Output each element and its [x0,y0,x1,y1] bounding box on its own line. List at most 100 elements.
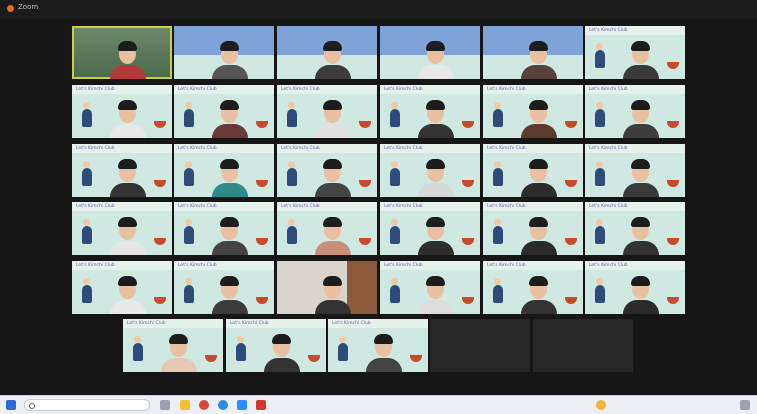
background-figure-head [596,161,603,168]
participant-video-tile[interactable]: Let's Kimchi Club [585,144,685,197]
background-figure [287,226,297,244]
virtual-background-banner: Let's Kimchi Club [483,144,583,153]
background-figure [390,226,400,244]
background-figure-head [596,219,603,226]
participant-video-tile[interactable] [483,26,583,79]
background-figure [82,168,92,186]
participant-hair [426,276,445,286]
background-figure [595,285,605,303]
background-figure [133,343,143,361]
background-figure-head [83,161,90,168]
participant-body [212,300,248,314]
virtual-background-banner: Let's Kimchi Club [226,319,326,328]
participant-body [212,124,248,138]
windows-start-icon[interactable] [6,400,16,410]
participant-video-tile[interactable] [380,26,480,79]
background-figure-head [83,278,90,285]
participant-video-tile[interactable]: Let's Kimchi Club [585,261,685,314]
participant-video-tile[interactable]: Let's Kimchi Club [72,85,172,138]
background-figure-head [494,219,501,226]
participant-video-tile[interactable]: Let's Kimchi Club [123,319,223,372]
participant-hair [426,159,445,169]
kimchi-bowl-image [462,180,474,187]
kimchi-bowl-image [256,180,268,187]
participant-video-tile[interactable]: Let's Kimchi Club [380,85,480,138]
virtual-background-banner: Let's Kimchi Club [585,202,685,211]
zoom-taskbar-icon[interactable] [237,400,247,410]
background-figure [82,226,92,244]
virtual-background-banner: Let's Kimchi Club [380,202,480,211]
background-figure-head [134,336,141,343]
participant-video-tile[interactable]: Let's Kimchi Club [483,202,583,255]
participant-video-tile[interactable]: Let's Kimchi Club [277,85,377,138]
participant-video-tile[interactable]: Let's Kimchi Club [277,144,377,197]
participant-video-tile[interactable]: Let's Kimchi Club [174,144,274,197]
notification-icon[interactable] [740,400,750,410]
participant-video-tile[interactable]: Let's Kimchi Club [174,202,274,255]
participant-video-tile[interactable]: Let's Kimchi Club [328,319,428,372]
background-figure-head [596,102,603,109]
edge-icon[interactable] [218,400,228,410]
participant-body [623,65,659,79]
participant-video-tile[interactable]: Let's Kimchi Club [380,202,480,255]
participant-hair [323,217,342,227]
virtual-background-banner: Let's Kimchi Club [380,144,480,153]
participant-video-tile[interactable]: Let's Kimchi Club [277,202,377,255]
weather-icon[interactable] [596,400,606,410]
system-tray[interactable] [612,399,692,411]
participant-hair [169,334,188,344]
app-taskbar-icon[interactable] [256,400,266,410]
virtual-background-banner: Let's Kimchi Club [483,202,583,211]
background-figure-head [391,219,398,226]
participant-video-tile[interactable] [72,26,172,79]
participant-video-tile[interactable]: Let's Kimchi Club [483,261,583,314]
virtual-background-banner: Let's Kimchi Club [277,144,377,153]
chrome-icon[interactable] [199,400,209,410]
background-figure [595,226,605,244]
participant-video-tile[interactable]: Let's Kimchi Club [585,26,685,79]
participant-video-tile[interactable]: Let's Kimchi Club [174,261,274,314]
participant-video-tile[interactable] [533,319,633,372]
participant-video-tile[interactable]: Let's Kimchi Club [72,144,172,197]
participant-video-tile[interactable]: Let's Kimchi Club [585,202,685,255]
background-figure [493,109,503,127]
background-figure [184,168,194,186]
participant-video-tile[interactable]: Let's Kimchi Club [483,144,583,197]
kimchi-bowl-image [256,297,268,304]
file-explorer-icon[interactable] [180,400,190,410]
participant-video-tile[interactable]: Let's Kimchi Club [72,261,172,314]
participant-video-tile[interactable] [174,26,274,79]
participant-hair [220,276,239,286]
taskbar-search-input[interactable] [24,399,150,411]
participant-body [366,358,402,372]
participant-video-tile[interactable]: Let's Kimchi Club [174,85,274,138]
kimchi-bowl-image [359,238,371,245]
participant-body [623,300,659,314]
background-figure [82,109,92,127]
virtual-background-banner: Let's Kimchi Club [585,261,685,270]
background-figure [236,343,246,361]
participant-video-tile[interactable]: Let's Kimchi Club [380,144,480,197]
task-view-icon[interactable] [160,400,170,410]
participant-body [521,124,557,138]
background-figure-head [288,161,295,168]
background-figure [390,109,400,127]
virtual-background-banner: Let's Kimchi Club [277,85,377,94]
window-title: Zoom [18,3,39,11]
participant-video-tile[interactable]: Let's Kimchi Club [226,319,326,372]
kimchi-bowl-image [667,297,679,304]
participant-body [264,358,300,372]
participant-video-tile[interactable]: Let's Kimchi Club [483,85,583,138]
participant-hair [426,41,445,51]
background-figure [184,226,194,244]
participant-video-tile[interactable] [277,26,377,79]
background-figure-head [288,219,295,226]
participant-video-tile[interactable] [430,319,530,372]
participant-hair [220,159,239,169]
participant-video-tile[interactable]: Let's Kimchi Club [380,261,480,314]
participant-video-tile[interactable]: Let's Kimchi Club [585,85,685,138]
background-figure [287,109,297,127]
participant-video-tile[interactable]: Let's Kimchi Club [72,202,172,255]
participant-hair [118,159,137,169]
participant-video-tile[interactable] [277,261,377,314]
